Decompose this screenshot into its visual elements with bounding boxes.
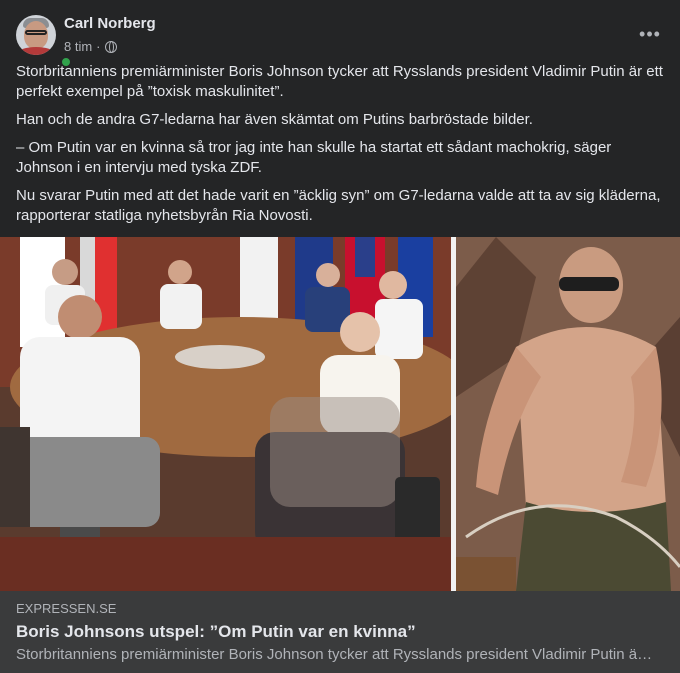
link-preview[interactable]: EXPRESSEN.SE Boris Johnsons utspel: ”Om … bbox=[0, 591, 680, 673]
link-title[interactable]: Boris Johnsons utspel: ”Om Putin var en … bbox=[16, 621, 664, 643]
post-paragraph: Nu svarar Putin med att det hade varit e… bbox=[16, 187, 661, 224]
link-description: Storbritanniens premiärminister Boris Jo… bbox=[16, 646, 653, 663]
meta-separator: · bbox=[96, 39, 101, 54]
post-header: Carl Norberg 8 tim · bbox=[16, 14, 664, 68]
post-paragraph: Storbritanniens premiärminister Boris Jo… bbox=[16, 63, 663, 100]
post-paragraph: – Om Putin var en kvinna så tror jag int… bbox=[16, 139, 612, 176]
post-paragraph: Han och de andra G7-ledarna har även skä… bbox=[16, 111, 533, 128]
link-domain: EXPRESSEN.SE bbox=[16, 601, 117, 616]
post-card: Carl Norberg 8 tim · ••• Storbritanniens… bbox=[0, 0, 680, 673]
post-timestamp[interactable]: 8 tim bbox=[64, 39, 92, 55]
author-name[interactable]: Carl Norberg bbox=[64, 15, 156, 33]
post-meta: Carl Norberg 8 tim · bbox=[64, 15, 156, 55]
putin-shirtless-photo[interactable] bbox=[456, 237, 680, 591]
post-time-row: 8 tim · bbox=[64, 39, 156, 55]
more-options-button[interactable]: ••• bbox=[636, 20, 664, 48]
post-text: Storbritanniens premiärminister Boris Jo… bbox=[16, 62, 664, 234]
author-avatar[interactable] bbox=[16, 15, 56, 55]
more-horizontal-icon: ••• bbox=[639, 23, 661, 44]
globe-icon[interactable] bbox=[104, 41, 117, 53]
g7-leaders-photo[interactable] bbox=[0, 237, 451, 591]
